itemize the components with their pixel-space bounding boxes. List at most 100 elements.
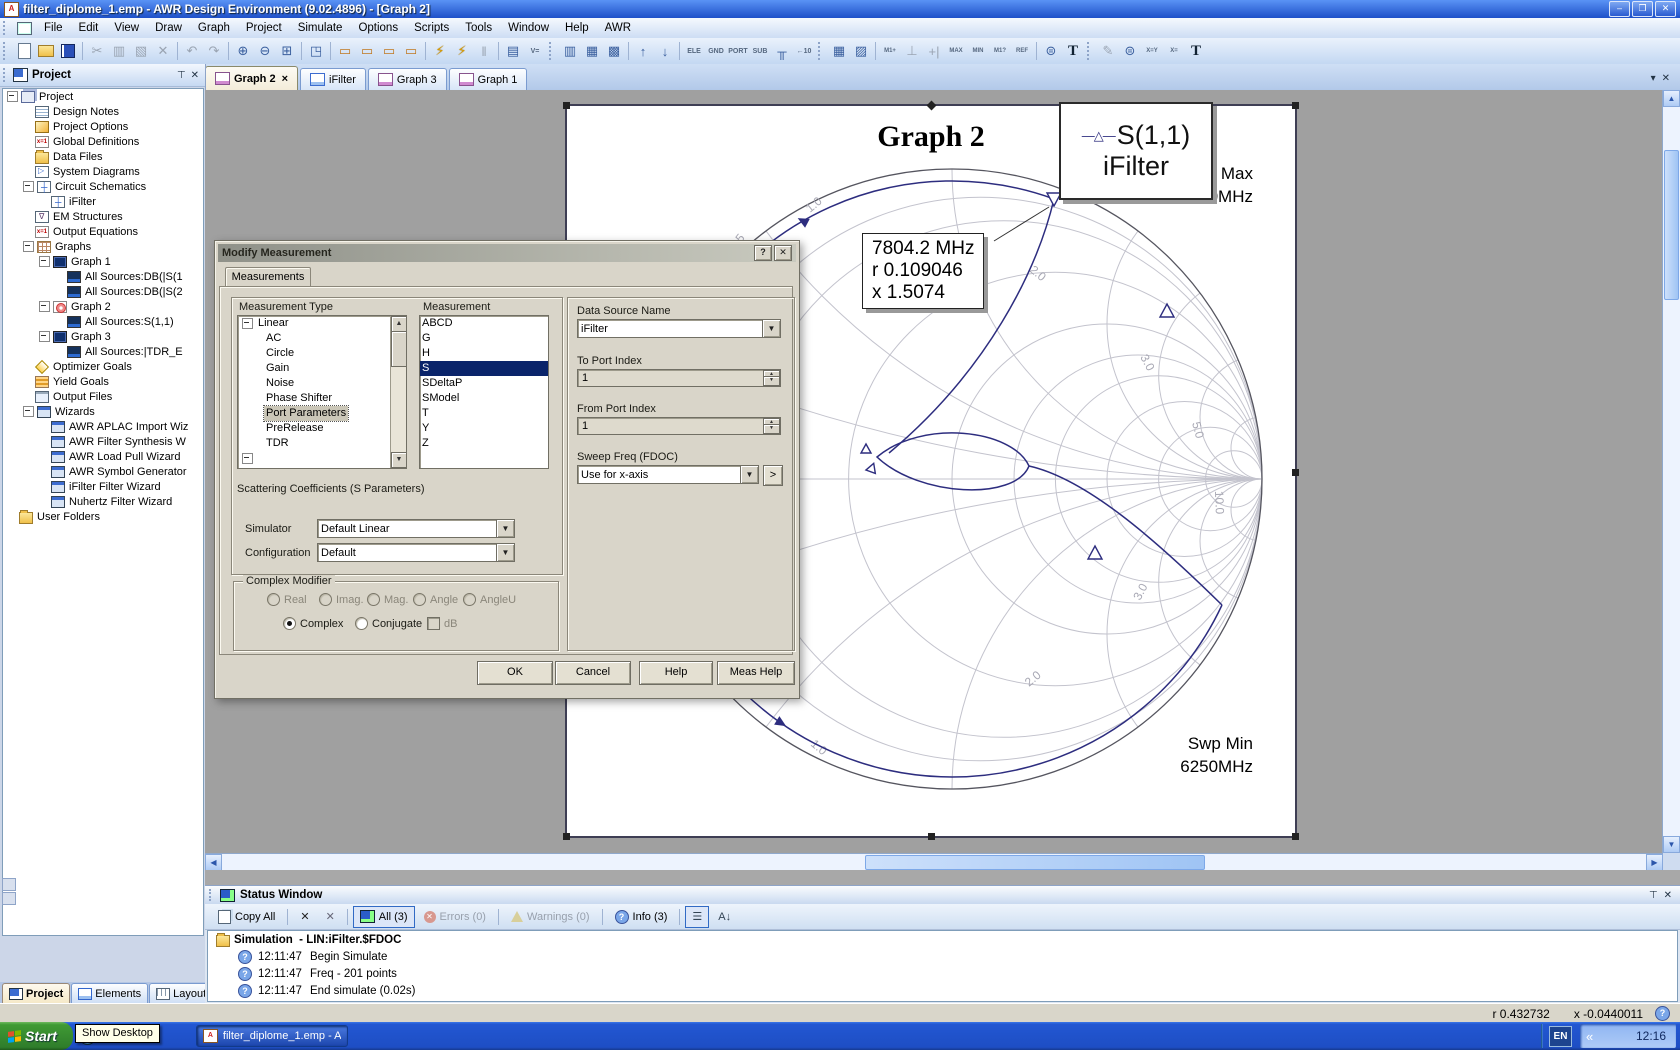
data-source-combo[interactable]: iFilter ▼ [577,319,781,338]
tree-item-measurement[interactable]: All Sources:DB(|S(1 [3,269,203,284]
type-gain[interactable]: Gain [238,361,406,376]
tree-item-user-folders[interactable]: User Folders [3,509,203,524]
copy-icon[interactable]: ▥ [108,41,130,61]
paste-icon[interactable]: ▧ [130,41,152,61]
schematic-capture-icon[interactable]: ▨ [850,41,872,61]
text-tool-icon[interactable]: T [1185,41,1207,61]
collapse-icon[interactable] [23,181,34,192]
close-icon[interactable]: ✕ [1664,890,1672,901]
menu-draw[interactable]: Draw [147,20,190,36]
marker-axis-icon[interactable]: ⊥ [901,41,923,61]
toolbar-grip[interactable] [3,42,10,60]
pin-icon[interactable]: ⊤ [1649,890,1658,901]
tab-project[interactable]: Project [2,983,71,1003]
collapse-icon[interactable] [39,301,50,312]
subcircuit-icon[interactable]: SUB [749,41,771,61]
meas-help-button[interactable]: Meas Help [717,661,795,685]
chevron-icon[interactable]: « [1580,1029,1599,1044]
scroll-up-icon[interactable]: ▲ [1663,90,1680,107]
equation-xy-icon[interactable]: X=Y [1141,41,1163,61]
from-port-spinner[interactable]: 1 ▲ ▼ [577,417,781,435]
tree-item-design-notes[interactable]: Design Notes [3,104,203,119]
meas-h[interactable]: H [420,346,548,361]
collapse-icon[interactable] [23,406,34,417]
menu-graph[interactable]: Graph [190,20,238,36]
resize-handle[interactable] [563,833,570,840]
resize-handle[interactable] [563,102,570,109]
docked-toolbar-stub[interactable] [2,878,16,891]
spin-down-icon[interactable]: ▼ [763,376,780,386]
type-linear[interactable]: Linear [238,316,406,331]
toolbar-grip[interactable] [818,42,825,60]
start-button[interactable]: Start [0,1022,73,1050]
resize-handle[interactable] [1292,833,1299,840]
radio-mag[interactable]: Mag. [367,593,408,606]
dialog-close-icon[interactable]: ✕ [774,245,792,261]
sort-button[interactable]: A↓ [711,906,738,928]
dialog-help-icon[interactable]: ? [754,245,772,261]
tree-item-optimizer-goals[interactable]: Optimizer Goals [3,359,203,374]
menu-scripts[interactable]: Scripts [406,20,457,36]
collapse-icon[interactable] [23,241,34,252]
element-icon[interactable]: ELE [683,41,705,61]
collapse-icon[interactable] [39,331,50,342]
horizontal-scrollbar[interactable]: ◀ ▶ [205,853,1663,871]
tree-item-graphs[interactable]: Graphs [3,239,203,254]
add-tline-icon[interactable]: ▭ [378,41,400,61]
vertical-scrollbar[interactable]: ▲ ▼ [1662,90,1680,853]
type-clipped-row[interactable] [238,451,406,466]
menu-help[interactable]: Help [557,20,597,36]
filter-errors-button[interactable]: ✕ Errors (0) [417,906,493,928]
docked-toolbar-stub[interactable] [2,892,16,905]
configuration-combo[interactable]: Default ▼ [317,543,515,562]
tile-horizontal-icon[interactable]: ▦ [581,41,603,61]
menu-edit[interactable]: Edit [71,20,107,36]
menu-file[interactable]: File [36,20,71,36]
radio-imag[interactable]: Imag. [319,593,364,606]
open-file-icon[interactable] [35,41,57,61]
measurement-list[interactable]: ABCD G H S SDeltaP SModel T Y Z [419,315,549,469]
meas-y[interactable]: Y [420,421,548,436]
tree-item-graph-1[interactable]: Graph 1 [3,254,203,269]
tree-item-output-files[interactable]: Output Files [3,389,203,404]
type-ac[interactable]: AC [238,331,406,346]
chevron-down-icon[interactable]: ▼ [496,544,514,561]
tree-item-circuit-schematics[interactable]: Circuit Schematics [3,179,203,194]
menu-simulate[interactable]: Simulate [290,20,351,36]
tree-item-system-diagrams[interactable]: System Diagrams [3,164,203,179]
tab-ifilter[interactable]: iFilter [300,68,366,90]
radio-complex[interactable]: Complex [283,617,343,630]
tab-close-all-icon[interactable]: ✕ [1662,73,1670,84]
menu-window[interactable]: Window [500,20,557,36]
measurement-type-tree[interactable]: Linear AC Circle Gain Noise Phase Shifte… [237,315,407,469]
sweep-freq-more-button[interactable]: > [763,465,783,486]
pause-icon[interactable]: ‖ [473,41,495,61]
tree-item-wizard[interactable]: Nuhertz Filter Wizard [3,494,203,509]
radio-angleu[interactable]: AngleU [463,593,516,606]
meas-abcd[interactable]: ABCD [420,316,548,331]
tab-graph-2[interactable]: Graph 2 × [205,66,299,90]
marker-offset-icon[interactable]: +| [923,41,945,61]
radio-angle[interactable]: Angle [413,593,458,606]
type-phase-shifter[interactable]: Phase Shifter [238,391,406,406]
marker-ref-icon[interactable]: REF [1011,41,1033,61]
move-up-icon[interactable]: ↑ [632,41,654,61]
collapse-icon[interactable] [39,256,50,267]
copy-all-button[interactable]: Copy All [211,906,282,928]
toolbar-grip[interactable] [1087,42,1094,60]
new-window-icon[interactable]: ◳ [305,41,327,61]
resize-handle[interactable] [1292,469,1299,476]
scroll-thumb[interactable] [1664,150,1679,300]
spin-down-icon[interactable]: ▼ [763,424,780,434]
port-icon[interactable]: PORT [727,41,749,61]
tree-item-wizard[interactable]: AWR Load Pull Wizard [3,449,203,464]
marker-readout[interactable]: 7804.2 MHz r 0.109046 x 1.5074 [862,233,985,309]
menu-project[interactable]: Project [238,20,290,36]
chevron-down-icon[interactable]: ▼ [496,520,514,537]
tree-item-wizard[interactable]: AWR APLAC Import Wiz [3,419,203,434]
step-back-icon[interactable]: ←10 [793,41,815,61]
tree-item-data-files[interactable]: Data Files [3,149,203,164]
sweep-freq-combo[interactable]: Use for x-axis ▼ [577,465,759,484]
tree-item-em-structures[interactable]: EM Structures [3,209,203,224]
tune-tool-icon[interactable]: ✎ [1097,41,1119,61]
